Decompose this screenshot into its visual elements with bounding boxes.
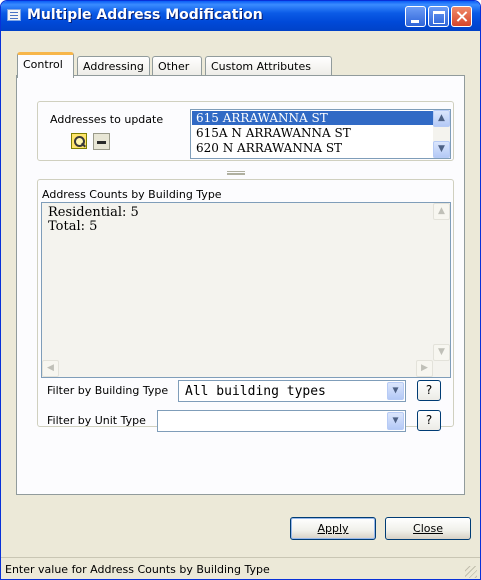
maximize-icon[interactable] — [428, 6, 449, 27]
title-bar[interactable]: Multiple Address Modification — [1, 1, 480, 31]
scroll-right-icon[interactable]: ▶ — [416, 360, 433, 377]
list-item[interactable]: 615 ARRAWANNA ST — [192, 111, 434, 125]
apply-label: Apply — [317, 522, 349, 535]
control-tab-panel: Addresses to update 615 ARRAWANNA ST 615… — [16, 75, 465, 495]
unit-type-select[interactable]: ▼ — [157, 410, 406, 432]
list-item[interactable]: 615A N ARRAWANNA ST — [192, 126, 434, 140]
resize-grip-icon[interactable] — [465, 566, 477, 578]
addresses-scrollbar[interactable]: ▲ ▼ — [433, 110, 450, 158]
minus-icon[interactable] — [93, 133, 110, 150]
close-label: Close — [413, 522, 443, 535]
unit-type-help-button[interactable]: ? — [417, 410, 441, 431]
status-bar: Enter value for Address Counts by Buildi… — [1, 557, 480, 579]
splitter-handle[interactable] — [227, 171, 245, 175]
tab-addressing[interactable]: Addressing — [77, 56, 150, 77]
scroll-down-icon[interactable]: ▼ — [433, 344, 450, 361]
dialog-window: Multiple Address Modification Control Ad… — [0, 0, 481, 580]
unit-type-filter-label: Filter by Unit Type — [47, 414, 146, 427]
counts-label: Address Counts by Building Type — [42, 188, 222, 201]
tab-other[interactable]: Other — [152, 56, 202, 77]
tab-custom-attributes[interactable]: Custom Attributes — [205, 56, 332, 77]
apply-button[interactable]: Apply — [290, 517, 376, 540]
building-type-help-button[interactable]: ? — [417, 380, 441, 401]
counts-vertical-scrollbar[interactable]: ▲ ▼ — [433, 203, 450, 361]
tab-control[interactable]: Control — [17, 52, 74, 78]
scroll-down-icon[interactable]: ▼ — [433, 141, 450, 158]
status-text: Enter value for Address Counts by Buildi… — [5, 563, 270, 576]
addresses-label: Addresses to update — [50, 113, 164, 126]
app-icon[interactable] — [7, 9, 21, 21]
minimize-icon[interactable] — [405, 6, 426, 27]
dropdown-arrow-icon[interactable]: ▼ — [387, 382, 404, 400]
building-type-value: All building types — [185, 384, 326, 399]
addresses-group: Addresses to update 615 ARRAWANNA ST 615… — [37, 101, 454, 161]
scroll-left-icon[interactable]: ◀ — [42, 360, 59, 377]
counts-line: Total: 5 — [48, 219, 98, 234]
zoom-icon[interactable] — [71, 133, 87, 149]
scroll-up-icon[interactable]: ▲ — [433, 110, 450, 127]
scroll-up-icon[interactable]: ▲ — [433, 203, 450, 220]
building-type-filter-label: Filter by Building Type — [47, 384, 169, 397]
window-title: Multiple Address Modification — [27, 7, 263, 23]
counts-textarea[interactable]: Residential: 5 Total: 5 ▲ ▼ ◀ ▶ — [41, 202, 451, 378]
close-icon[interactable] — [451, 6, 472, 27]
addresses-listbox[interactable]: 615 ARRAWANNA ST 615A N ARRAWANNA ST 620… — [190, 109, 451, 159]
close-button[interactable]: Close — [385, 517, 471, 540]
dropdown-arrow-icon[interactable]: ▼ — [387, 412, 404, 430]
counts-horizontal-scrollbar[interactable]: ◀ ▶ — [42, 360, 433, 377]
list-item[interactable]: 620 N ARRAWANNA ST — [192, 141, 434, 155]
counts-line: Residential: 5 — [48, 205, 139, 220]
building-type-select[interactable]: All building types ▼ — [178, 380, 406, 402]
counts-group: Address Counts by Building Type Resident… — [37, 179, 454, 432]
